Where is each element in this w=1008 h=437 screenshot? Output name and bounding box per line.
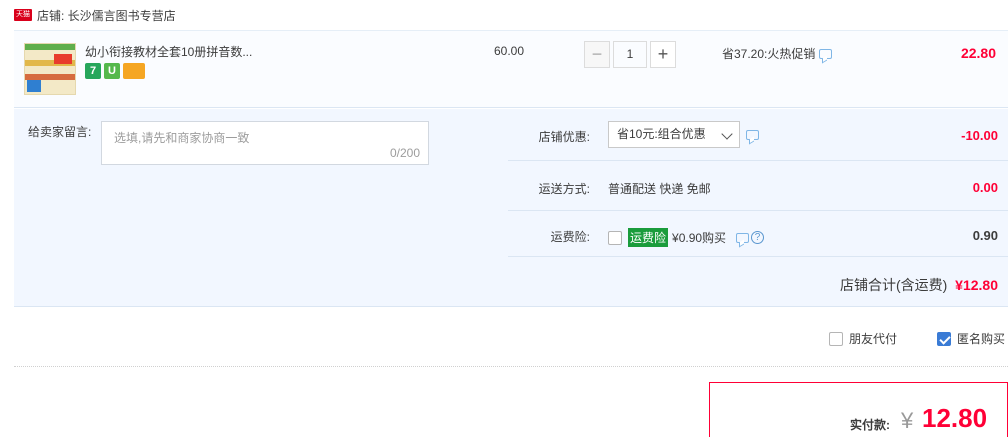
tmall-logo: 天猫 bbox=[14, 9, 32, 21]
freight-insurance-label: 运费险: bbox=[550, 230, 590, 244]
quantity-stepper: − 1 + bbox=[584, 41, 676, 68]
seller-message-input[interactable]: 选填,请先和商家协商一致 0/200 bbox=[101, 121, 429, 165]
freight-insurance-price: ¥0.90购买 bbox=[672, 231, 727, 245]
payment-summary: 实付款: ¥ 12.80 bbox=[709, 382, 1008, 437]
friend-pay-option[interactable]: 朋友代付 bbox=[829, 330, 897, 347]
payment-currency: ¥ bbox=[901, 408, 914, 433]
product-title-link[interactable]: 幼小衔接教材全套10册拼音数... bbox=[85, 43, 252, 60]
help-icon[interactable]: ? bbox=[751, 231, 765, 244]
shop-name-link[interactable]: 店铺: 长沙儒言图书专营店 bbox=[37, 7, 176, 24]
guarantee-icon: U bbox=[104, 63, 120, 79]
seller-message-placeholder: 选填,请先和商家协商一致 bbox=[114, 131, 250, 145]
quantity-increase-button[interactable]: + bbox=[650, 41, 676, 68]
shop-total-amount: ¥12.80 bbox=[955, 277, 998, 293]
quantity-input[interactable]: 1 bbox=[613, 41, 647, 68]
shop-discount-selected: 省10元:组合优惠 bbox=[617, 127, 706, 141]
friend-pay-checkbox[interactable] bbox=[829, 331, 843, 346]
shop-discount-label: 店铺优惠: bbox=[538, 130, 590, 144]
quantity-decrease-button[interactable]: − bbox=[584, 41, 610, 68]
anonymous-checkbox[interactable] bbox=[937, 331, 951, 346]
friend-pay-label: 朋友代付 bbox=[849, 332, 898, 346]
shop-discount-row: 店铺优惠: 省10元:组合优惠 -10.00 bbox=[508, 109, 1008, 161]
shop-discount-select[interactable]: 省10元:组合优惠 bbox=[608, 121, 740, 148]
promotion-info: 省37.20:火热促销 bbox=[722, 45, 833, 62]
shop-discount-amount: -10.00 bbox=[961, 128, 998, 143]
anonymous-label: 匿名购买 bbox=[957, 332, 1006, 346]
product-thumbnail[interactable] bbox=[24, 43, 76, 95]
shop-total: 店铺合计(含运费) ¥12.80 bbox=[840, 275, 998, 295]
seven-day-return-icon: 7 bbox=[85, 63, 101, 79]
promotion-text: 省37.20:火热促销 bbox=[722, 47, 816, 61]
freight-insurance-tag: 运费险 bbox=[628, 228, 669, 247]
shipping-method: 普通配送 快递 免邮 bbox=[608, 182, 711, 196]
item-subtotal: 22.80 bbox=[960, 45, 996, 61]
shipping-amount: 0.00 bbox=[972, 180, 998, 195]
order-options-panel: 给卖家留言: 选填,请先和商家协商一致 0/200 店铺优惠: 省10元:组合优… bbox=[14, 109, 1008, 307]
freight-insurance-amount: 0.90 bbox=[972, 228, 998, 243]
unit-price: 60.00 bbox=[494, 44, 525, 58]
seller-message-count: 0/200 bbox=[389, 146, 420, 160]
shop-header: 天猫 店铺: 长沙儒言图书专营店 bbox=[14, 6, 176, 24]
payment-amount: 12.80 bbox=[922, 403, 988, 433]
chat-bubble-icon[interactable] bbox=[819, 48, 833, 59]
credit-card-icon bbox=[123, 63, 145, 79]
chat-bubble-icon[interactable] bbox=[736, 232, 750, 243]
seller-message-label: 给卖家留言: bbox=[28, 125, 92, 139]
shop-total-label: 店铺合计(含运费) bbox=[839, 277, 948, 293]
shipping-row: 运送方式: 普通配送 快递 免邮 0.00 bbox=[508, 161, 1008, 211]
service-badges: 7 U bbox=[85, 63, 145, 79]
chevron-down-icon bbox=[721, 128, 733, 140]
freight-insurance-row: 运费险: 运费险 ¥0.90购买 ? 0.90 bbox=[508, 211, 1008, 257]
divider bbox=[14, 366, 1008, 367]
shipping-label: 运送方式: bbox=[538, 182, 590, 196]
cart-item-row: 幼小衔接教材全套10册拼音数... 7 U 60.00 − 1 + 省37.20… bbox=[14, 30, 1008, 108]
payment-label: 实付款: bbox=[850, 418, 890, 432]
shop-discount-value: 省10元:组合优惠 bbox=[608, 109, 759, 148]
anonymous-option[interactable]: 匿名购买 bbox=[937, 330, 1005, 347]
freight-insurance-value: 运费险 ¥0.90购买 ? bbox=[608, 228, 765, 247]
freight-insurance-checkbox[interactable] bbox=[608, 230, 622, 245]
chat-bubble-icon[interactable] bbox=[746, 129, 759, 140]
